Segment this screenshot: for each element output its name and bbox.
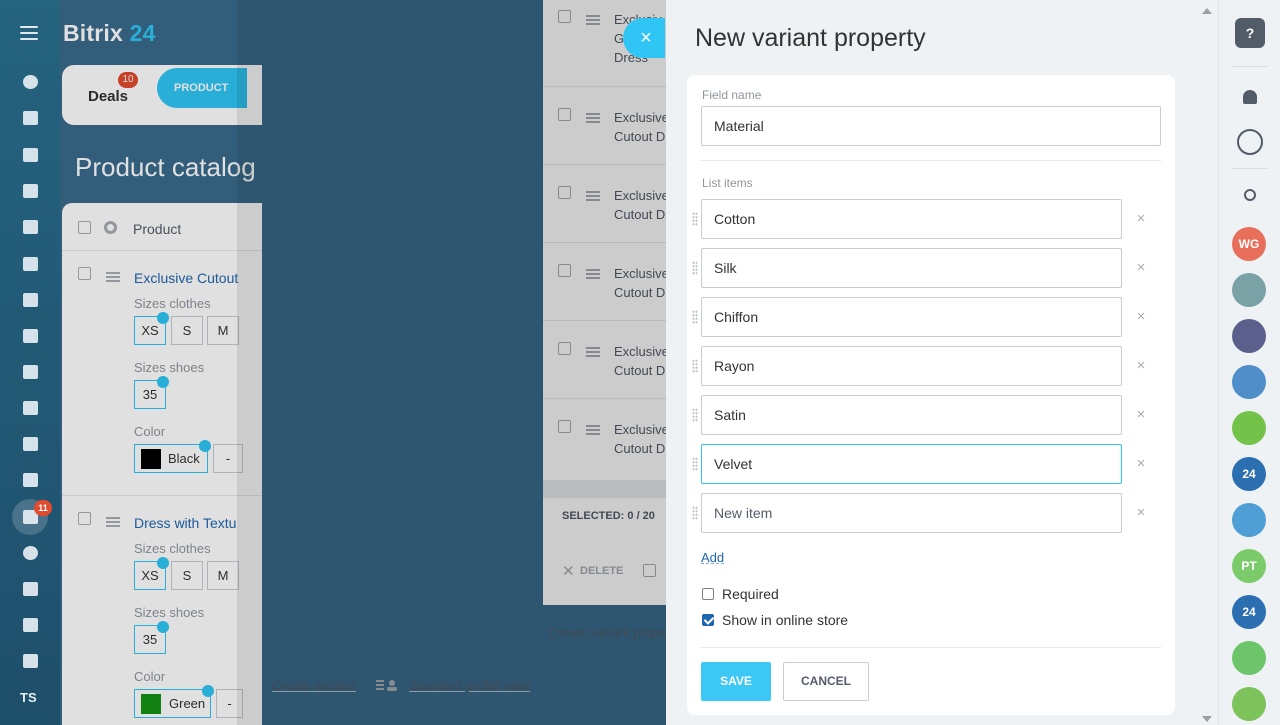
- form-divider: [701, 647, 1161, 648]
- calendar-avatar[interactable]: [1232, 503, 1266, 537]
- crm-counter-badge: 11: [34, 500, 52, 516]
- remove-item-icon[interactable]: ×: [1133, 211, 1149, 227]
- list-item-input[interactable]: Rayon: [701, 346, 1122, 386]
- target-icon[interactable]: [20, 543, 40, 563]
- bitrix24-avatar[interactable]: 24: [1232, 457, 1266, 491]
- cancel-button[interactable]: CANCEL: [783, 662, 869, 701]
- search-icon[interactable]: [1237, 182, 1263, 208]
- vertical-scrollbar[interactable]: [1200, 0, 1214, 725]
- required-label[interactable]: Required: [722, 586, 779, 602]
- bell-icon[interactable]: [1237, 84, 1263, 110]
- menu-burger-icon[interactable]: [20, 26, 38, 40]
- slider-title: New variant property: [695, 24, 926, 52]
- box-icon[interactable]: [20, 615, 40, 635]
- drag-handle-icon[interactable]: [692, 359, 698, 373]
- robot-icon[interactable]: [20, 290, 40, 310]
- avatar[interactable]: [1232, 273, 1266, 307]
- contacts-icon[interactable]: [20, 362, 40, 382]
- left-app-sidebar: 11 TS: [0, 0, 60, 725]
- list-item-input[interactable]: Cotton: [701, 199, 1122, 239]
- documents-icon[interactable]: [20, 217, 40, 237]
- remove-item-icon[interactable]: ×: [1133, 260, 1149, 276]
- help-button[interactable]: ?: [1235, 18, 1265, 48]
- overlay-dim: [60, 0, 237, 725]
- list-item-input[interactable]: Silk: [701, 248, 1122, 288]
- save-button[interactable]: SAVE: [701, 662, 771, 701]
- scroll-down-icon[interactable]: [1202, 716, 1212, 722]
- show-in-store-label[interactable]: Show in online store: [722, 612, 848, 628]
- drag-handle-icon[interactable]: [692, 457, 698, 471]
- tasks-icon[interactable]: [20, 434, 40, 454]
- chat-bubble-icon[interactable]: [1237, 129, 1263, 155]
- list-item-input[interactable]: Satin: [701, 395, 1122, 435]
- remove-item-icon[interactable]: ×: [1133, 407, 1149, 423]
- add-item-link[interactable]: Add: [701, 550, 724, 565]
- show-in-store-checkbox[interactable]: [702, 614, 714, 626]
- id-card-icon[interactable]: [20, 579, 40, 599]
- remove-item-icon[interactable]: ×: [1133, 309, 1149, 325]
- drag-handle-icon[interactable]: [692, 506, 698, 520]
- sidebar-divider: [1232, 168, 1268, 169]
- list-items-label: List items: [702, 176, 753, 190]
- bitrix24-avatar[interactable]: 24: [1232, 595, 1266, 629]
- group-avatar[interactable]: [1232, 641, 1266, 675]
- chat-icon[interactable]: [20, 145, 40, 165]
- required-checkbox[interactable]: [702, 588, 714, 600]
- drag-handle-icon[interactable]: [692, 212, 698, 226]
- avatar[interactable]: PT: [1232, 549, 1266, 583]
- overlay-dim[interactable]: [237, 0, 667, 725]
- drag-handle-icon[interactable]: [692, 310, 698, 324]
- field-name-label: Field name: [702, 88, 762, 102]
- drag-handle-icon[interactable]: [692, 408, 698, 422]
- feed-icon[interactable]: [20, 108, 40, 128]
- form-divider: [701, 160, 1161, 161]
- list-item-input[interactable]: Velvet: [701, 444, 1122, 484]
- remove-item-icon[interactable]: ×: [1133, 505, 1149, 521]
- group-avatar[interactable]: [1232, 687, 1266, 721]
- avatar[interactable]: WG: [1232, 227, 1266, 261]
- field-name-input[interactable]: Material: [701, 106, 1161, 146]
- box-2-icon[interactable]: [20, 651, 40, 671]
- activity-stream-icon[interactable]: [20, 72, 40, 92]
- list-item-input[interactable]: Chiffon: [701, 297, 1122, 337]
- shop-cart-icon[interactable]: [20, 470, 40, 490]
- drive-icon[interactable]: [20, 326, 40, 346]
- group-chat-avatar[interactable]: [1232, 365, 1266, 399]
- user-initials[interactable]: TS: [20, 690, 37, 705]
- new-item-input[interactable]: New item: [701, 493, 1122, 533]
- remove-item-icon[interactable]: ×: [1133, 358, 1149, 374]
- scroll-up-icon[interactable]: [1202, 8, 1212, 14]
- mail-icon[interactable]: [20, 398, 40, 418]
- avatar[interactable]: [1232, 319, 1266, 353]
- sidebar-divider: [1232, 66, 1268, 67]
- close-slider-button[interactable]: ×: [623, 18, 665, 58]
- sign-icon[interactable]: [20, 254, 40, 274]
- open-lines-avatar[interactable]: [1232, 411, 1266, 445]
- calendar-icon[interactable]: [20, 181, 40, 201]
- drag-handle-icon[interactable]: [692, 261, 698, 275]
- remove-item-icon[interactable]: ×: [1133, 456, 1149, 472]
